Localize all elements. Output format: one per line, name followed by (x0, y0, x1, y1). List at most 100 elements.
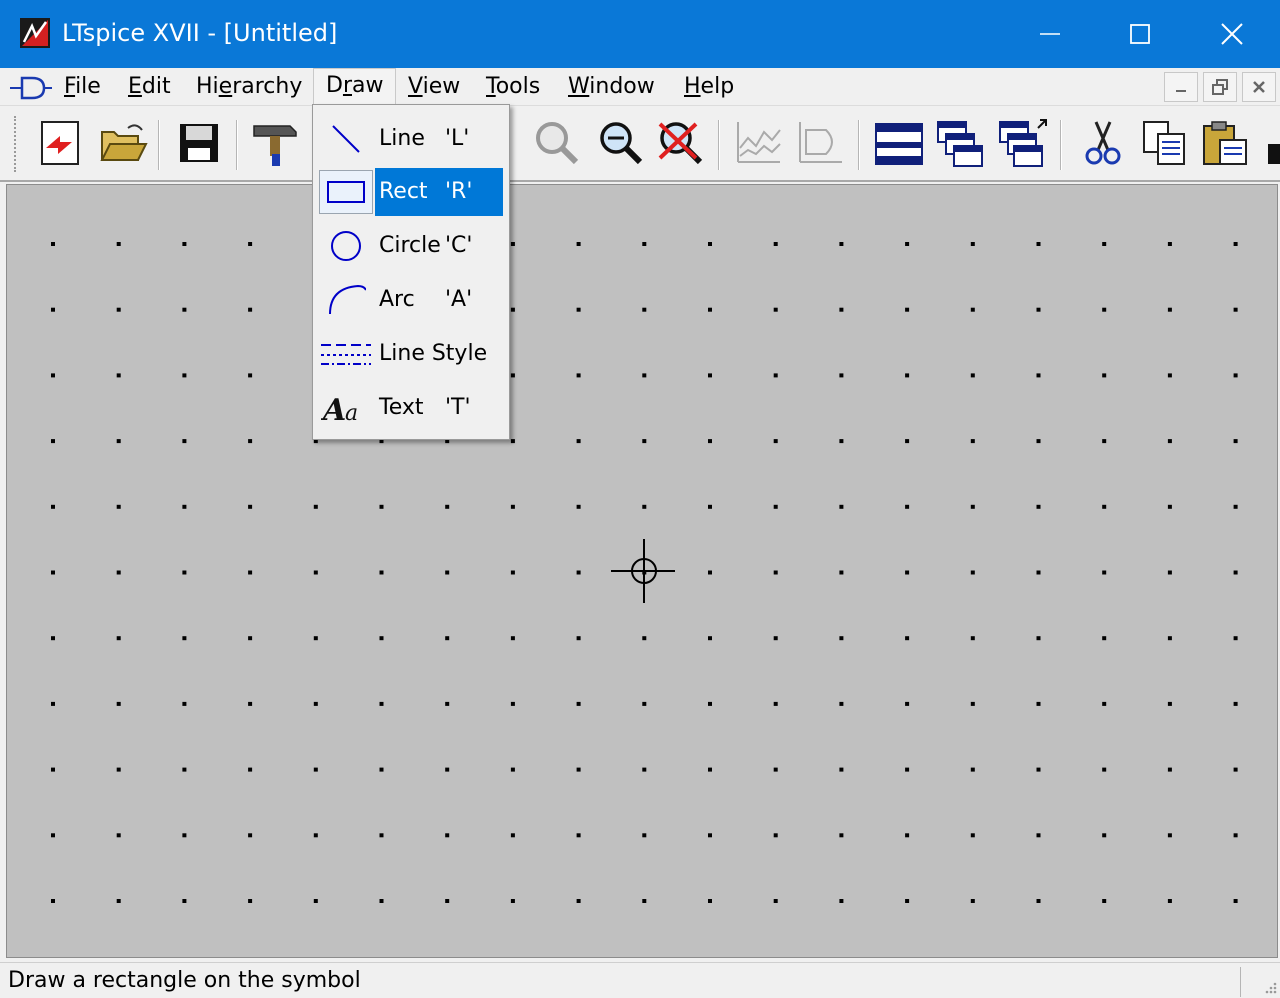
grid-dot (708, 307, 712, 312)
menu-tools[interactable]: Tools (486, 74, 540, 104)
grid-dot (773, 242, 778, 246)
menu-view-label: iew (422, 74, 461, 99)
grid-dot (510, 701, 515, 706)
grid-dot (445, 899, 450, 903)
grid-dot (1167, 439, 1172, 444)
grid-dot (905, 833, 910, 838)
grid-dot (839, 899, 844, 903)
menu-hierarchy[interactable]: Hierarchy (196, 74, 302, 104)
zoom-cancel-icon[interactable] (656, 118, 706, 168)
grid-dot (905, 636, 910, 641)
menu-edit[interactable]: Edit (128, 74, 171, 104)
mdi-restore-button[interactable] (1203, 72, 1237, 102)
grid-dot (445, 767, 450, 772)
grid-dot (248, 504, 253, 509)
grid-dot (313, 767, 318, 772)
grid-dot (839, 504, 844, 509)
grid-dot (51, 636, 55, 641)
draw-menu-item-rect[interactable]: Rect 'R' (317, 166, 505, 218)
autoscale-icon[interactable] (734, 118, 784, 168)
zoom-out-icon[interactable] (596, 118, 646, 168)
maximize-button[interactable] (1094, 0, 1186, 68)
toolbar-grip[interactable] (14, 116, 18, 172)
grid-dot (773, 570, 778, 575)
copy-icon[interactable] (1140, 118, 1190, 168)
text-icon: A a (319, 386, 373, 430)
menu-view[interactable]: View (408, 74, 460, 104)
grid-dot (510, 899, 515, 903)
draw-menu-item-circle[interactable]: Circle 'C' (317, 220, 505, 272)
grid-dot (642, 899, 647, 903)
grid-dot (1036, 899, 1041, 903)
delete-icon[interactable] (1262, 118, 1280, 168)
grid-dot (182, 504, 187, 509)
cut-icon[interactable] (1078, 118, 1128, 168)
grid-dot (708, 570, 712, 575)
grid-dot (116, 504, 121, 509)
status-text: Draw a rectangle on the symbol (8, 968, 361, 993)
minimize-button[interactable] (1004, 0, 1096, 68)
grid-dot (248, 636, 253, 641)
close-window-icon[interactable] (998, 118, 1048, 168)
grid-dot (773, 307, 778, 312)
grid-dot (1233, 307, 1238, 312)
save-icon[interactable] (174, 118, 224, 168)
draw-menu-item-arc[interactable]: Arc 'A' (317, 274, 505, 326)
new-schematic-icon[interactable] (36, 118, 86, 168)
grid-dot (1102, 767, 1107, 772)
menu-item-accelerator: 'C' (445, 233, 473, 258)
mdi-minimize-button[interactable] (1164, 72, 1198, 102)
grid-dot (773, 767, 778, 772)
close-icon (1221, 23, 1243, 45)
run-hammer-icon[interactable] (250, 118, 300, 168)
grid-dot (379, 767, 384, 772)
draw-menu-item-text: Circle 'C' (375, 222, 503, 270)
grid-dot (510, 504, 515, 509)
grid-dot (839, 439, 844, 444)
menu-help[interactable]: Help (684, 74, 734, 104)
draw-menu-item-text: Arc 'A' (375, 276, 503, 324)
grid-dot (1233, 242, 1238, 246)
grid-dot (1167, 833, 1172, 838)
grid-dot (839, 373, 844, 378)
grid-dot (116, 570, 121, 575)
menu-hierarchy-label: Hierarchy (196, 74, 303, 99)
grid-dot (1036, 767, 1041, 772)
draw-menu-item-text[interactable]: A a Text 'T' (317, 382, 505, 434)
menu-file[interactable]: File (64, 74, 101, 104)
toolbar (0, 106, 1280, 182)
resize-grip-icon[interactable] (1262, 979, 1278, 995)
grid-dot (773, 504, 778, 509)
grid-dot (576, 373, 581, 378)
cascade-icon[interactable] (936, 118, 986, 168)
grid-dot (1167, 242, 1172, 246)
grid-dot (642, 373, 647, 378)
zoom-in-icon[interactable] (532, 118, 582, 168)
mdi-close-button[interactable] (1242, 72, 1276, 102)
grid-dot (248, 899, 253, 903)
menu-draw[interactable]: Draw (313, 68, 397, 106)
menu-window[interactable]: Window (568, 74, 655, 104)
draw-menu-item-line-style[interactable]: Line Style (317, 328, 505, 380)
grid-dot (1233, 570, 1238, 575)
paste-icon[interactable] (1200, 118, 1250, 168)
title-bar[interactable]: LTspice XVII - [Untitled] (0, 0, 1280, 68)
grid-dot (248, 767, 253, 772)
close-button[interactable] (1186, 0, 1278, 68)
grid-dot (1233, 636, 1238, 641)
waveform-icon[interactable] (796, 118, 846, 168)
tile-horizontal-icon[interactable] (874, 118, 924, 168)
grid-dot (970, 570, 975, 575)
draw-menu-item-line[interactable]: Line 'L' (317, 113, 505, 165)
schematic-canvas[interactable] (6, 184, 1278, 958)
grid-dot (773, 439, 778, 444)
circle-icon (319, 224, 373, 268)
grid-dot (642, 439, 647, 444)
grid-dot (182, 833, 187, 838)
grid-dot (839, 701, 844, 706)
grid-dot (905, 373, 910, 378)
open-folder-icon[interactable] (98, 118, 148, 168)
grid-dot (970, 833, 975, 838)
window-title: LTspice XVII - [Untitled] (62, 19, 338, 47)
grid-dot (773, 899, 778, 903)
